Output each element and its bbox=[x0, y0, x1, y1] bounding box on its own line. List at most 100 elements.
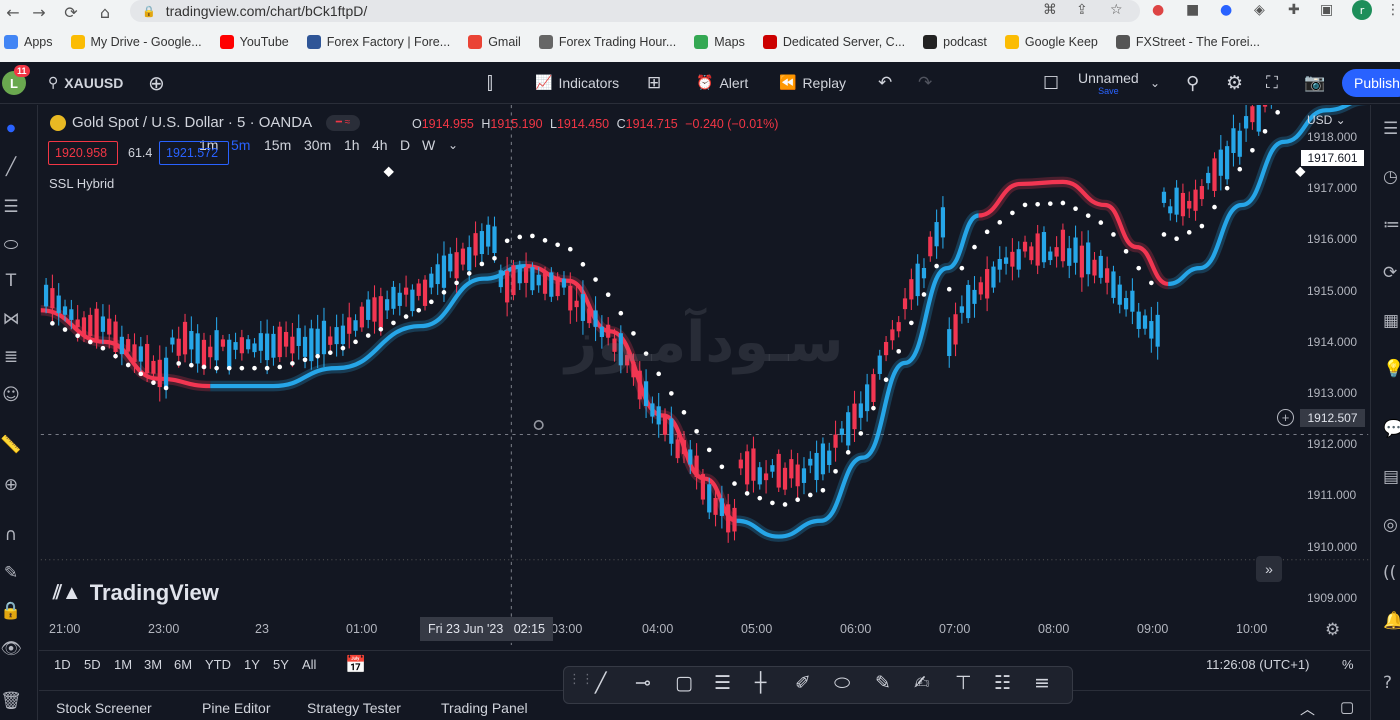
bookmark-item[interactable]: My Drive - Google... bbox=[70, 35, 202, 49]
profile-icon[interactable]: r bbox=[1352, 0, 1372, 20]
currency-selector[interactable]: USD ⌄ bbox=[1307, 113, 1346, 127]
prediction-icon[interactable]: ≣ bbox=[0, 347, 22, 367]
candles-icon[interactable]: ⫿ bbox=[487, 62, 493, 104]
star-icon[interactable]: ☆ bbox=[1110, 2, 1123, 18]
broadcast-icon[interactable]: (( bbox=[1383, 563, 1396, 583]
zoom-icon[interactable]: ⊕ bbox=[0, 475, 22, 495]
layouts-grid-icon[interactable]: ⊞ bbox=[647, 62, 661, 104]
menu-icon[interactable]: ⋮ bbox=[1386, 2, 1400, 18]
home-icon[interactable]: ⌂ bbox=[92, 3, 118, 22]
panel-tab[interactable]: Stock Screener bbox=[56, 700, 152, 716]
quick-search-icon[interactable]: ⚲ bbox=[1186, 62, 1199, 104]
range-1y[interactable]: 1Y bbox=[244, 657, 260, 672]
compare-add-icon[interactable]: ⊕ bbox=[148, 62, 165, 104]
replay-button[interactable]: ⏪ Replay bbox=[779, 62, 846, 104]
chevron-up-icon[interactable]: ︿ bbox=[1300, 698, 1315, 719]
list-add-icon[interactable]: ≔ bbox=[1383, 215, 1400, 235]
pattern-icon[interactable]: ⋈ bbox=[0, 309, 22, 329]
bookmark-item[interactable]: YouTube bbox=[219, 35, 289, 49]
pen-icon[interactable]: ✎ bbox=[875, 672, 891, 694]
bookmark-item[interactable]: Forex Factory | Fore... bbox=[306, 35, 450, 49]
gear-icon[interactable]: ⚙ bbox=[1325, 620, 1340, 640]
symbol-search[interactable]: ⚲ XAUUSD bbox=[48, 62, 123, 104]
dot-icon[interactable]: ● bbox=[0, 123, 22, 134]
range-6m[interactable]: 6M bbox=[174, 657, 192, 672]
buy-price-button[interactable]: 1921.572 bbox=[159, 141, 229, 165]
calendar-range-icon[interactable]: 📅 bbox=[345, 655, 366, 675]
magnet-icon[interactable]: ∩ bbox=[0, 525, 22, 545]
lock-icon[interactable]: 🔒 bbox=[0, 601, 22, 621]
range-3m[interactable]: 3M bbox=[144, 657, 162, 672]
bookmark-item[interactable]: podcast bbox=[923, 35, 987, 49]
eye-icon[interactable]: 👁 bbox=[0, 639, 22, 659]
highlighter-icon[interactable]: ✍ bbox=[914, 672, 930, 694]
horizontal-lines-icon[interactable]: ☰ bbox=[0, 197, 22, 217]
bookmark-item[interactable]: Dedicated Server, C... bbox=[762, 35, 905, 49]
hotlist-icon[interactable]: ⟳ bbox=[1383, 263, 1397, 283]
panel-tab[interactable]: Trading Panel bbox=[441, 700, 528, 716]
maximize-icon[interactable]: ▢ bbox=[1340, 698, 1354, 716]
crosshair-icon[interactable]: ┼ bbox=[755, 672, 766, 694]
ellipse-icon[interactable]: ⬭ bbox=[834, 672, 850, 694]
alert-button[interactable]: ⏰ Alert bbox=[696, 62, 748, 104]
brush-icon[interactable]: ✐ bbox=[795, 672, 811, 694]
ruler-icon[interactable]: 📏 bbox=[0, 435, 22, 455]
forward-icon[interactable]: → bbox=[26, 3, 52, 22]
chat-icon[interactable]: 💬 bbox=[1383, 419, 1400, 439]
reload-icon[interactable]: ⟳ bbox=[58, 3, 84, 22]
bell-icon[interactable]: 🔔 bbox=[1383, 611, 1400, 631]
puzzle-icon[interactable]: ✚ bbox=[1288, 2, 1300, 18]
price-chart[interactable] bbox=[39, 105, 1370, 645]
rectangle-icon[interactable]: ▢ bbox=[675, 672, 693, 694]
extension-icon[interactable]: ■ bbox=[1186, 2, 1199, 18]
panel-tab[interactable]: Strategy Tester bbox=[307, 700, 401, 716]
trendline-icon[interactable]: ╱ bbox=[595, 672, 606, 694]
publish-button[interactable]: Publish bbox=[1342, 69, 1400, 97]
indicators-button[interactable]: 📈 Indicators bbox=[535, 62, 619, 104]
sell-price-button[interactable]: 1920.958 bbox=[48, 141, 118, 165]
layout-name-button[interactable]: Unnamed Save bbox=[1078, 62, 1139, 104]
extension-icon[interactable]: ● bbox=[1152, 2, 1164, 18]
redo-icon[interactable]: ↷ bbox=[918, 62, 932, 104]
fib-icon[interactable]: ☰ bbox=[714, 672, 731, 694]
percent-toggle[interactable]: % bbox=[1342, 657, 1354, 672]
settings-lines-icon[interactable]: ☷ bbox=[994, 672, 1011, 694]
panel-tab[interactable]: Pine Editor bbox=[202, 700, 270, 716]
horizontal-ray-icon[interactable]: ⊸ bbox=[635, 672, 651, 694]
layout-icon[interactable]: ☐ bbox=[1043, 62, 1059, 104]
text-icon[interactable]: T bbox=[0, 271, 22, 291]
notes-icon[interactable]: ▤ bbox=[1383, 467, 1399, 487]
shield-icon[interactable]: ◈ bbox=[1254, 2, 1265, 18]
range-5d[interactable]: 5D bbox=[84, 657, 101, 672]
range-1d[interactable]: 1D bbox=[54, 657, 71, 672]
emoji-icon[interactable]: ☺ bbox=[0, 385, 22, 405]
share-icon[interactable]: ⇪ bbox=[1076, 2, 1088, 18]
bookmark-item[interactable]: Forex Trading Hour... bbox=[538, 35, 676, 49]
indicator-legend[interactable]: SSL Hybrid bbox=[49, 176, 114, 191]
lock-drawing-icon[interactable]: ✎ bbox=[0, 563, 22, 583]
sidepanel-icon[interactable]: ▣ bbox=[1320, 2, 1333, 18]
bookmark-item[interactable]: Google Keep bbox=[1004, 35, 1098, 49]
gear-icon[interactable]: ⚙ bbox=[1226, 62, 1243, 104]
symbol-legend[interactable]: Gold Spot / U.S. Dollar · 5 · OANDA ━ ≈ bbox=[50, 114, 361, 131]
streams-icon[interactable]: ◎ bbox=[1383, 515, 1398, 535]
translate-icon[interactable]: ⌘ bbox=[1043, 2, 1057, 18]
calendar-icon[interactable]: ▦ bbox=[1383, 311, 1399, 331]
range-1m[interactable]: 1M bbox=[114, 657, 132, 672]
clock-timezone[interactable]: 11:26:08 (UTC+1) bbox=[1206, 657, 1309, 672]
undo-icon[interactable]: ↶ bbox=[878, 62, 892, 104]
text-icon[interactable]: ⊤ bbox=[955, 672, 972, 694]
more-lines-icon[interactable]: ≡ bbox=[1034, 672, 1050, 694]
bookmark-item[interactable]: FXStreet - The Forei... bbox=[1115, 35, 1260, 49]
bookmark-item[interactable]: Maps bbox=[694, 35, 745, 49]
drag-handle-icon[interactable]: ⋮⋮ bbox=[568, 672, 594, 687]
fullscreen-icon[interactable]: ⛶ bbox=[1266, 62, 1278, 104]
price-axis[interactable]: 1918.000 1917.000 1916.000 1915.000 1914.000… bbox=[1300, 105, 1370, 625]
trendline-icon[interactable]: ╱ bbox=[0, 157, 22, 177]
bookmark-item[interactable]: Gmail bbox=[468, 35, 521, 49]
ideas-icon[interactable]: 💡 bbox=[1383, 359, 1400, 379]
chevron-down-icon[interactable]: ⌄ bbox=[1150, 62, 1160, 104]
plus-icon[interactable]: + bbox=[1277, 409, 1294, 426]
range-all[interactable]: All bbox=[302, 657, 316, 672]
bookmark-item[interactable]: Apps bbox=[4, 35, 53, 49]
